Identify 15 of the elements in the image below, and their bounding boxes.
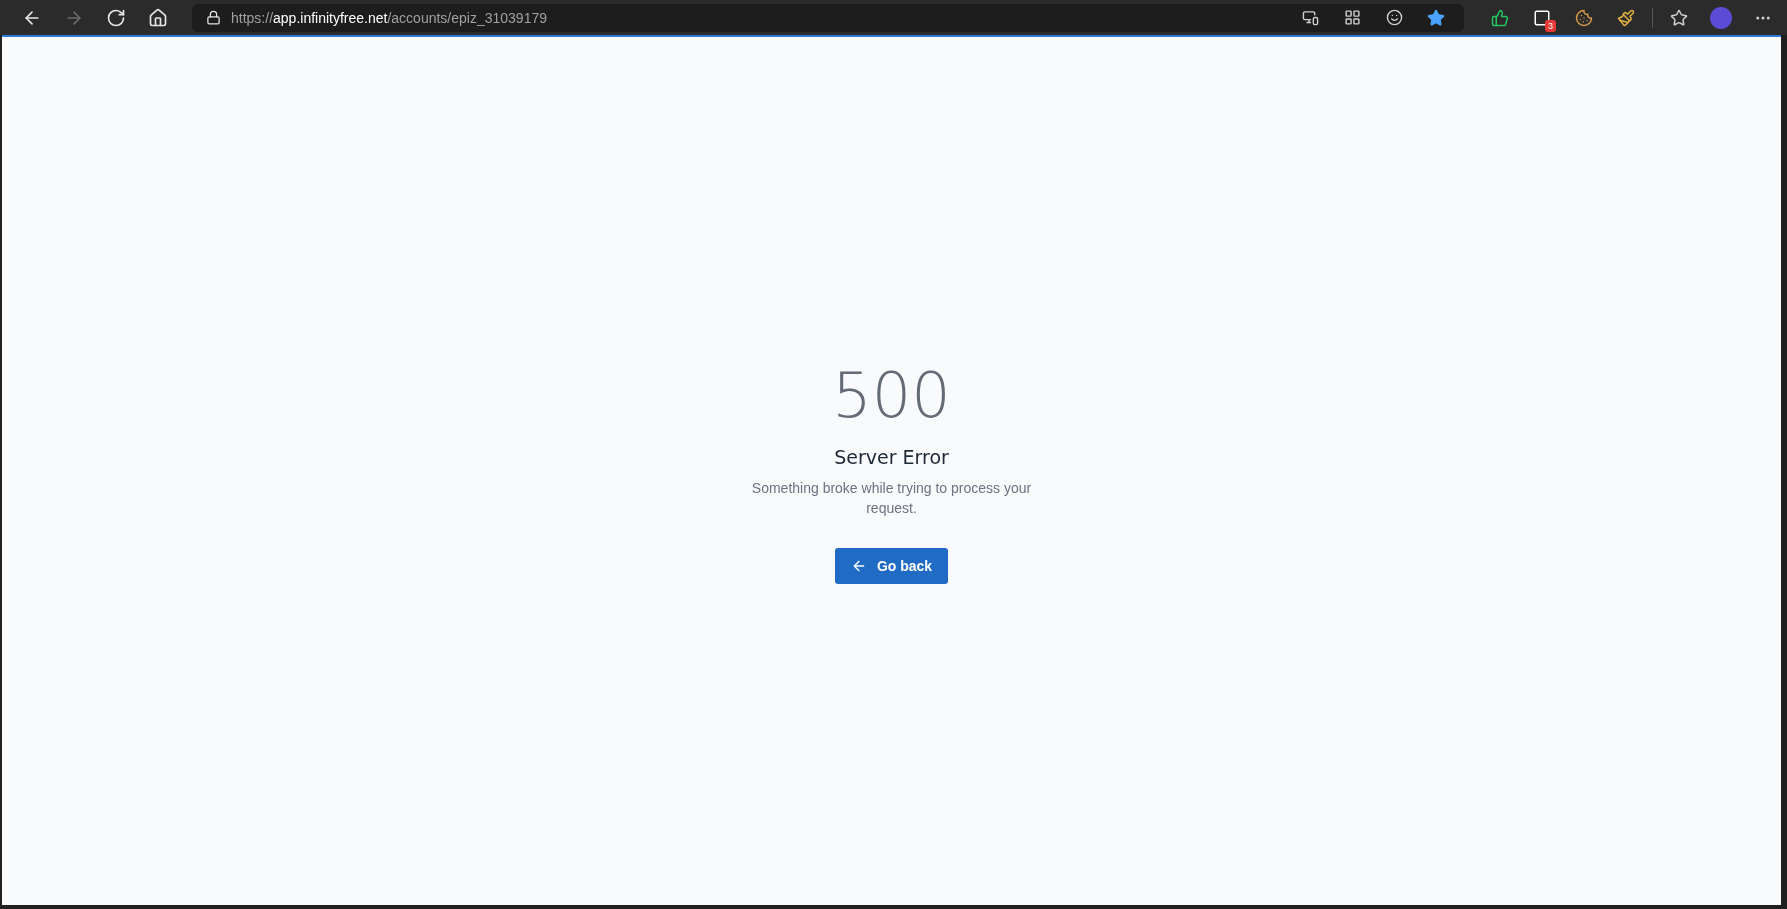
error-title: Server Error	[834, 445, 949, 468]
count-badge: 3	[1545, 19, 1556, 32]
error-message: Something broke while trying to process your request.	[750, 478, 1033, 518]
lock-icon	[206, 10, 221, 25]
extension-button[interactable]: 3	[1526, 3, 1558, 32]
square-icon	[1533, 8, 1551, 27]
thumbs-up-icon	[1491, 8, 1509, 27]
error-code: 500	[832, 358, 951, 432]
url-text: https://app.infinityfree.net/accounts/epiz_31039179	[231, 9, 548, 26]
go-back-button[interactable]: Go back	[834, 547, 949, 584]
paintbrush-icon	[1617, 8, 1635, 27]
home-icon	[148, 7, 168, 28]
address-bar[interactable]: https://app.infinityfree.net/accounts/epiz_31039179	[192, 3, 1464, 32]
reload-icon	[106, 7, 126, 28]
cookie-icon	[1575, 8, 1593, 27]
